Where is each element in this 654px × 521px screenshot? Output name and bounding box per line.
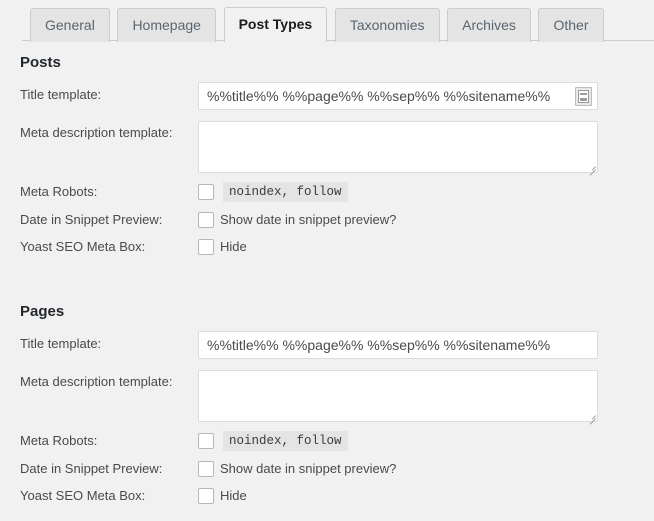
pages-meta-box-label: Yoast SEO Meta Box: (20, 487, 198, 505)
pages-title-template-label: Title template: (20, 331, 198, 352)
tab-taxonomies[interactable]: Taxonomies (335, 8, 440, 42)
post-types-settings-panel: Posts Title template: Meta description t… (0, 41, 654, 505)
tab-general[interactable]: General (30, 8, 110, 42)
posts-meta-box-checkbox-label: Hide (220, 239, 247, 255)
posts-meta-robots-row: Meta Robots: noindex, follow (0, 182, 654, 202)
posts-meta-box-label: Yoast SEO Meta Box: (20, 238, 198, 256)
pages-meta-box-checkbox[interactable] (198, 488, 214, 504)
pages-meta-description-label: Meta description template: (20, 370, 198, 390)
pages-title-template-row: Title template: (0, 331, 654, 359)
posts-date-snippet-label: Date in Snippet Preview: (20, 211, 198, 229)
pages-date-snippet-checkbox[interactable] (198, 461, 214, 477)
insert-variable-icon[interactable] (575, 87, 592, 106)
pages-meta-box-field: Hide (198, 488, 654, 504)
posts-meta-robots-checkbox-label: noindex, follow (223, 182, 348, 202)
pages-meta-robots-field: noindex, follow (198, 431, 654, 451)
posts-meta-robots-checkbox[interactable] (198, 184, 214, 200)
pages-meta-robots-checkbox[interactable] (198, 433, 214, 449)
tab-archives[interactable]: Archives (447, 8, 531, 42)
posts-meta-description-label: Meta description template: (20, 121, 198, 141)
posts-date-snippet-checkbox[interactable] (198, 212, 214, 228)
posts-meta-robots-label: Meta Robots: (20, 183, 198, 201)
posts-meta-box-field: Hide (198, 239, 654, 255)
posts-date-snippet-row: Date in Snippet Preview: Show date in sn… (0, 211, 654, 229)
pages-date-snippet-field: Show date in snippet preview? (198, 461, 654, 477)
tab-other[interactable]: Other (538, 8, 603, 42)
posts-meta-box-row: Yoast SEO Meta Box: Hide (0, 238, 654, 256)
posts-title-template-field (198, 82, 654, 110)
pages-meta-robots-checkbox-label: noindex, follow (223, 431, 348, 451)
pages-meta-box-row: Yoast SEO Meta Box: Hide (0, 487, 654, 505)
posts-date-snippet-field: Show date in snippet preview? (198, 212, 654, 228)
tab-homepage[interactable]: Homepage (117, 8, 216, 42)
pages-title-template-input[interactable] (198, 331, 598, 359)
pages-section-heading: Pages (0, 295, 654, 319)
posts-settings-section: Posts Title template: Meta description t… (0, 41, 654, 256)
pages-meta-description-field (198, 370, 654, 422)
posts-title-template-input[interactable] (198, 82, 598, 110)
settings-tab-bar: General Homepage Post Types Taxonomies A… (0, 0, 654, 41)
posts-title-template-row: Title template: (0, 82, 654, 110)
pages-title-template-field (198, 331, 654, 359)
pages-meta-description-row: Meta description template: (0, 370, 654, 422)
pages-date-snippet-checkbox-label: Show date in snippet preview? (220, 461, 396, 477)
pages-date-snippet-label: Date in Snippet Preview: (20, 460, 198, 478)
pages-meta-box-checkbox-label: Hide (220, 488, 247, 504)
posts-meta-description-field (198, 121, 654, 173)
posts-title-template-label: Title template: (20, 82, 198, 103)
posts-meta-description-row: Meta description template: (0, 121, 654, 173)
posts-section-heading: Posts (0, 41, 654, 70)
pages-meta-description-textarea[interactable] (198, 370, 598, 422)
pages-meta-robots-row: Meta Robots: noindex, follow (0, 431, 654, 451)
posts-meta-description-textarea[interactable] (198, 121, 598, 173)
posts-meta-robots-field: noindex, follow (198, 182, 654, 202)
pages-meta-robots-label: Meta Robots: (20, 432, 198, 450)
posts-date-snippet-checkbox-label: Show date in snippet preview? (220, 212, 396, 228)
posts-meta-box-checkbox[interactable] (198, 239, 214, 255)
pages-settings-section: Pages Title template: Meta description t… (0, 295, 654, 505)
pages-date-snippet-row: Date in Snippet Preview: Show date in sn… (0, 460, 654, 478)
tab-post-types[interactable]: Post Types (224, 7, 328, 42)
